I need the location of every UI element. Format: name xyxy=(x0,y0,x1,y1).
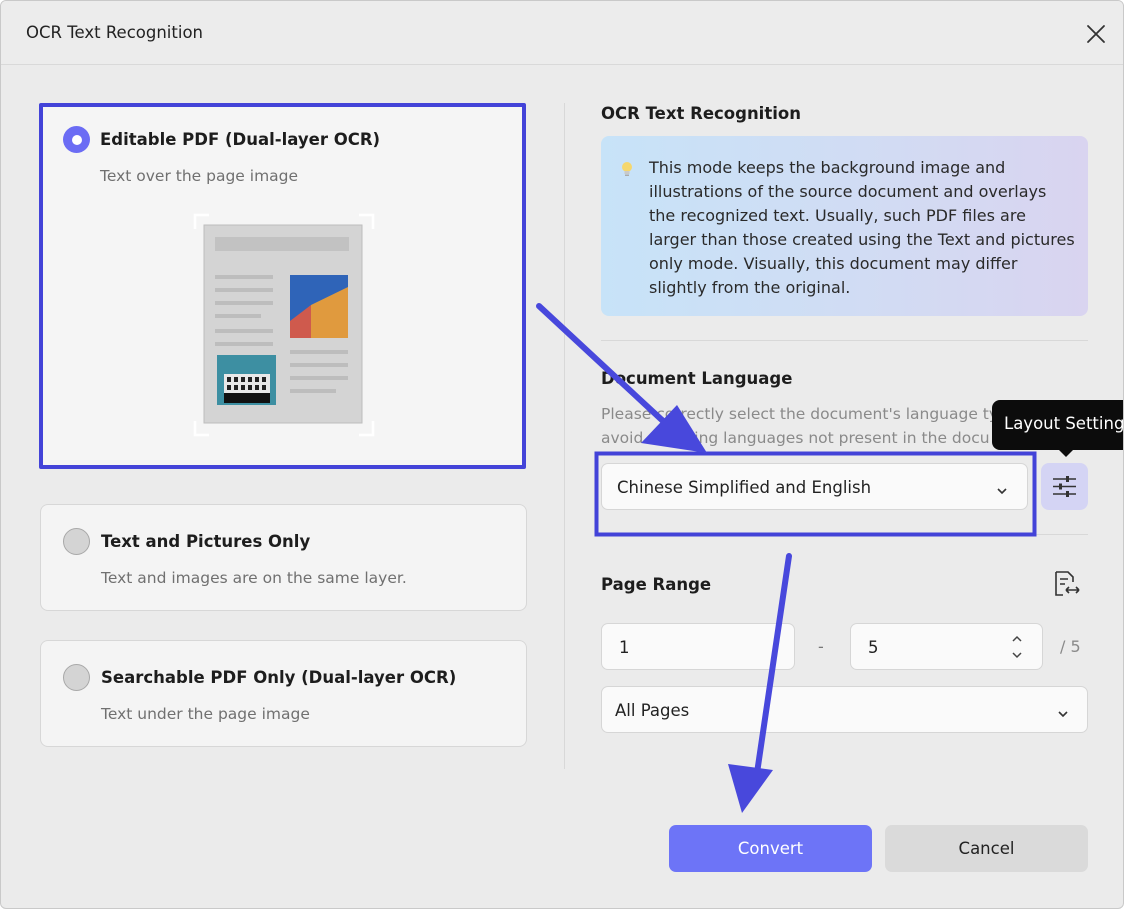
page-scope-value: All Pages xyxy=(615,701,690,720)
option-description: Text and images are on the same layer. xyxy=(101,569,407,587)
page-scope-select[interactable]: All Pages xyxy=(601,686,1088,733)
option-text-and-pictures[interactable]: Text and Pictures Only Text and images a… xyxy=(40,504,527,611)
language-hint: Please correctly select the document's l… xyxy=(601,405,999,447)
option-description: Text over the page image xyxy=(100,167,299,185)
page-range-title: Page Range xyxy=(601,575,712,594)
page-swap-icon[interactable] xyxy=(1051,569,1081,603)
page-to-input[interactable]: 5 xyxy=(850,623,1043,670)
option-title: Text and Pictures Only xyxy=(101,532,311,551)
close-icon[interactable] xyxy=(1081,19,1111,49)
radio-selected[interactable] xyxy=(63,126,90,153)
range-separator: - xyxy=(818,637,824,656)
sliders-icon xyxy=(1051,473,1078,504)
layout-settings-button[interactable] xyxy=(1041,463,1088,510)
dialog-title: OCR Text Recognition xyxy=(26,23,203,42)
convert-button[interactable]: Convert xyxy=(669,825,872,872)
info-text: This mode keeps the background image and… xyxy=(649,158,1075,297)
chevron-down-icon xyxy=(1056,704,1070,723)
page-from-value: 1 xyxy=(619,638,630,657)
lightbulb-icon xyxy=(619,160,635,182)
cancel-button[interactable]: Cancel xyxy=(885,825,1088,872)
option-editable-pdf[interactable]: Editable PDF (Dual-layer OCR) Text over … xyxy=(39,103,526,469)
radio-unselected[interactable] xyxy=(63,528,90,555)
option-title: Searchable PDF Only (Dual-layer OCR) xyxy=(101,668,457,687)
vertical-divider xyxy=(564,103,565,769)
info-box: This mode keeps the background image and… xyxy=(601,136,1088,316)
radio-unselected[interactable] xyxy=(63,664,90,691)
chevron-down-icon xyxy=(995,481,1009,500)
option-title: Editable PDF (Dual-layer OCR) xyxy=(100,130,381,149)
section-divider xyxy=(601,340,1088,341)
page-total: / 5 xyxy=(1060,637,1081,656)
language-select[interactable]: Chinese Simplified and English xyxy=(601,463,1028,510)
page-from-input[interactable]: 1 xyxy=(601,623,795,670)
arrow-head xyxy=(728,764,773,813)
ocr-dialog: OCR Text Recognition Editable PDF (Dual-… xyxy=(0,0,1124,909)
layout-settings-tooltip: Layout Settings xyxy=(992,400,1123,457)
section-divider xyxy=(601,534,1088,535)
stepper-icon[interactable] xyxy=(1009,633,1025,665)
page-to-value: 5 xyxy=(868,638,879,657)
option-description: Text under the page image xyxy=(101,705,310,723)
ocr-section-title: OCR Text Recognition xyxy=(601,104,801,123)
document-preview-illustration xyxy=(193,213,375,437)
language-section-title: Document Language xyxy=(601,369,793,388)
option-searchable-pdf[interactable]: Searchable PDF Only (Dual-layer OCR) Tex… xyxy=(40,640,527,747)
title-bar: OCR Text Recognition xyxy=(1,1,1123,65)
language-value: Chinese Simplified and English xyxy=(617,478,872,497)
